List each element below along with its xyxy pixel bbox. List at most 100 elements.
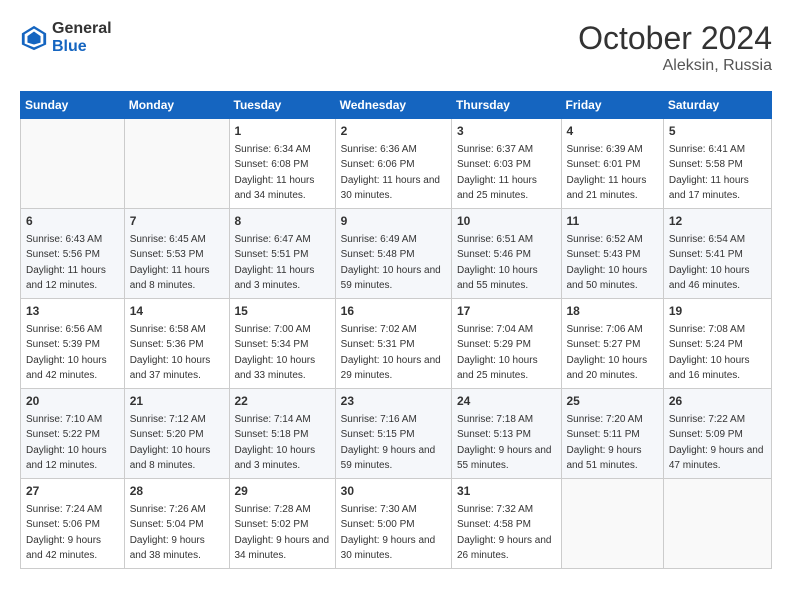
day-number: 25: [567, 393, 658, 410]
logo: General Blue: [20, 20, 112, 56]
title-block: October 2024 Aleksin, Russia: [578, 20, 772, 75]
calendar-cell: 29Sunrise: 7:28 AMSunset: 5:02 PMDayligh…: [229, 479, 335, 569]
daylight-info: Daylight: 10 hours and 37 minutes.: [130, 355, 211, 381]
calendar-cell: 7 Sunrise: 6:45 AM Sunset: 5:53 PM Daylight…: [124, 209, 229, 299]
calendar-cell: 13Sunrise: 6:56 AMSunset: 5:39 PMDayligh…: [21, 299, 125, 389]
day-number: 7: [130, 213, 224, 230]
calendar-cell: [663, 479, 771, 569]
day-number: 11: [567, 213, 658, 230]
day-number: 20: [26, 393, 119, 410]
sunset-info: Sunset: 5:27 PM: [567, 339, 641, 350]
sunset-info: Sunset: 5:20 PM: [130, 429, 204, 440]
day-number: 6: [26, 213, 119, 230]
sunset-info: Sunset: 5:09 PM: [669, 429, 743, 440]
daylight-info: Daylight: 9 hours and 34 minutes.: [235, 535, 330, 561]
day-number: 27: [26, 483, 119, 500]
sunset-info: Sunset: 6:06 PM: [341, 159, 415, 170]
calendar-cell: 15Sunrise: 7:00 AMSunset: 5:34 PMDayligh…: [229, 299, 335, 389]
daylight-info: Daylight: 11 hours and 12 minutes.: [26, 265, 106, 291]
sunrise-info: Sunrise: 6:34 AM: [235, 144, 311, 155]
calendar-cell: [124, 119, 229, 209]
daylight-info: Daylight: 10 hours and 8 minutes.: [130, 445, 211, 471]
daylight-info: Daylight: 9 hours and 26 minutes.: [457, 535, 552, 561]
daylight-info: Daylight: 10 hours and 25 minutes.: [457, 355, 538, 381]
sunrise-info: Sunrise: 7:18 AM: [457, 414, 533, 425]
daylight-info: Daylight: 11 hours and 8 minutes.: [130, 265, 210, 291]
sunset-info: Sunset: 5:06 PM: [26, 519, 100, 530]
sunrise-info: Sunrise: 7:22 AM: [669, 414, 745, 425]
sunrise-info: Sunrise: 7:32 AM: [457, 504, 533, 515]
calendar-week-row: 20Sunrise: 7:10 AMSunset: 5:22 PMDayligh…: [21, 389, 772, 479]
calendar-cell: 8Sunrise: 6:47 AMSunset: 5:51 PMDaylight…: [229, 209, 335, 299]
daylight-info: Daylight: 9 hours and 51 minutes.: [567, 445, 642, 471]
col-header-sunday: Sunday: [21, 92, 125, 119]
sunrise-info: Sunrise: 7:28 AM: [235, 504, 311, 515]
calendar-week-row: 13Sunrise: 6:56 AMSunset: 5:39 PMDayligh…: [21, 299, 772, 389]
calendar-cell: 26Sunrise: 7:22 AMSunset: 5:09 PMDayligh…: [663, 389, 771, 479]
sunset-info: Sunset: 5:00 PM: [341, 519, 415, 530]
day-number: 8: [235, 213, 330, 230]
calendar-cell: 2Sunrise: 6:36 AMSunset: 6:06 PMDaylight…: [335, 119, 451, 209]
calendar-cell: [561, 479, 663, 569]
daylight-info: Daylight: 10 hours and 50 minutes.: [567, 265, 648, 291]
location-subtitle: Aleksin, Russia: [578, 57, 772, 75]
daylight-info: Daylight: 10 hours and 42 minutes.: [26, 355, 107, 381]
sunset-info: Sunset: 5:39 PM: [26, 339, 100, 350]
calendar-week-row: 27Sunrise: 7:24 AMSunset: 5:06 PMDayligh…: [21, 479, 772, 569]
daylight-info: Daylight: 10 hours and 16 minutes.: [669, 355, 750, 381]
daylight-info: Daylight: 11 hours and 3 minutes.: [235, 265, 315, 291]
sunset-info: Sunset: 5:24 PM: [669, 339, 743, 350]
sunset-info: Sunset: 5:48 PM: [341, 249, 415, 260]
logo-text: General Blue: [52, 20, 112, 56]
sunrise-info: Sunrise: 7:06 AM: [567, 324, 643, 335]
calendar-cell: 27Sunrise: 7:24 AMSunset: 5:06 PMDayligh…: [21, 479, 125, 569]
sunset-info: Sunset: 5:34 PM: [235, 339, 309, 350]
day-number: 24: [457, 393, 556, 410]
sunset-info: Sunset: 5:11 PM: [567, 429, 640, 440]
daylight-info: Daylight: 9 hours and 59 minutes.: [341, 445, 436, 471]
sunrise-info: Sunrise: 6:37 AM: [457, 144, 533, 155]
day-number: 13: [26, 303, 119, 320]
daylight-info: Daylight: 11 hours and 34 minutes.: [235, 175, 315, 201]
calendar-cell: 19 Sunrise: 7:08 AM Sunset: 5:24 PM Dayligh…: [663, 299, 771, 389]
day-number: 15: [235, 303, 330, 320]
sunrise-info: Sunrise: 6:36 AM: [341, 144, 417, 155]
day-number: 22: [235, 393, 330, 410]
sunset-info: Sunset: 6:08 PM: [235, 159, 309, 170]
sunrise-info: Sunrise: 6:39 AM: [567, 144, 643, 155]
daylight-info: Daylight: 10 hours and 29 minutes.: [341, 355, 441, 381]
calendar-cell: 14Sunrise: 6:58 AMSunset: 5:36 PMDayligh…: [124, 299, 229, 389]
sunset-info: Sunset: 5:29 PM: [457, 339, 531, 350]
day-number: 9: [341, 213, 446, 230]
month-title: October 2024: [578, 20, 772, 57]
day-number: 2: [341, 123, 446, 140]
sunset-info: Sunset: 4:58 PM: [457, 519, 531, 530]
calendar-cell: 9Sunrise: 6:49 AMSunset: 5:48 PMDaylight…: [335, 209, 451, 299]
col-header-wednesday: Wednesday: [335, 92, 451, 119]
sunrise-info: Sunrise: 6:54 AM: [669, 234, 745, 245]
sunset-info: Sunset: 5:53 PM: [130, 249, 204, 260]
calendar-cell: 24Sunrise: 7:18 AMSunset: 5:13 PMDayligh…: [451, 389, 561, 479]
daylight-info: Daylight: 9 hours and 47 minutes.: [669, 445, 764, 471]
day-number: 17: [457, 303, 556, 320]
day-number: 14: [130, 303, 224, 320]
calendar-cell: 6Sunrise: 6:43 AMSunset: 5:56 PMDaylight…: [21, 209, 125, 299]
calendar-cell: 21Sunrise: 7:12 AMSunset: 5:20 PMDayligh…: [124, 389, 229, 479]
sunrise-info: Sunrise: 6:49 AM: [341, 234, 417, 245]
calendar-cell: 18Sunrise: 7:06 AMSunset: 5:27 PMDayligh…: [561, 299, 663, 389]
sunrise-info: Sunrise: 6:41 AM: [669, 144, 745, 155]
sunrise-info: Sunrise: 7:08 AM: [669, 324, 745, 335]
calendar-cell: [21, 119, 125, 209]
day-number: 19: [669, 303, 766, 320]
day-number: 1: [235, 123, 330, 140]
sunrise-info: Sunrise: 7:10 AM: [26, 414, 102, 425]
sunset-info: Sunset: 5:43 PM: [567, 249, 641, 260]
calendar-week-row: 6Sunrise: 6:43 AMSunset: 5:56 PMDaylight…: [21, 209, 772, 299]
day-number: 10: [457, 213, 556, 230]
page-header: General Blue October 2024 Aleksin, Russi…: [20, 20, 772, 75]
calendar-cell: 23Sunrise: 7:16 AMSunset: 5:15 PMDayligh…: [335, 389, 451, 479]
calendar-cell: 5Sunrise: 6:41 AMSunset: 5:58 PMDaylight…: [663, 119, 771, 209]
sunrise-info: Sunrise: 6:45 AM: [130, 234, 206, 245]
daylight-info: Daylight: 9 hours and 55 minutes.: [457, 445, 552, 471]
daylight-info: Daylight: 10 hours and 55 minutes.: [457, 265, 538, 291]
